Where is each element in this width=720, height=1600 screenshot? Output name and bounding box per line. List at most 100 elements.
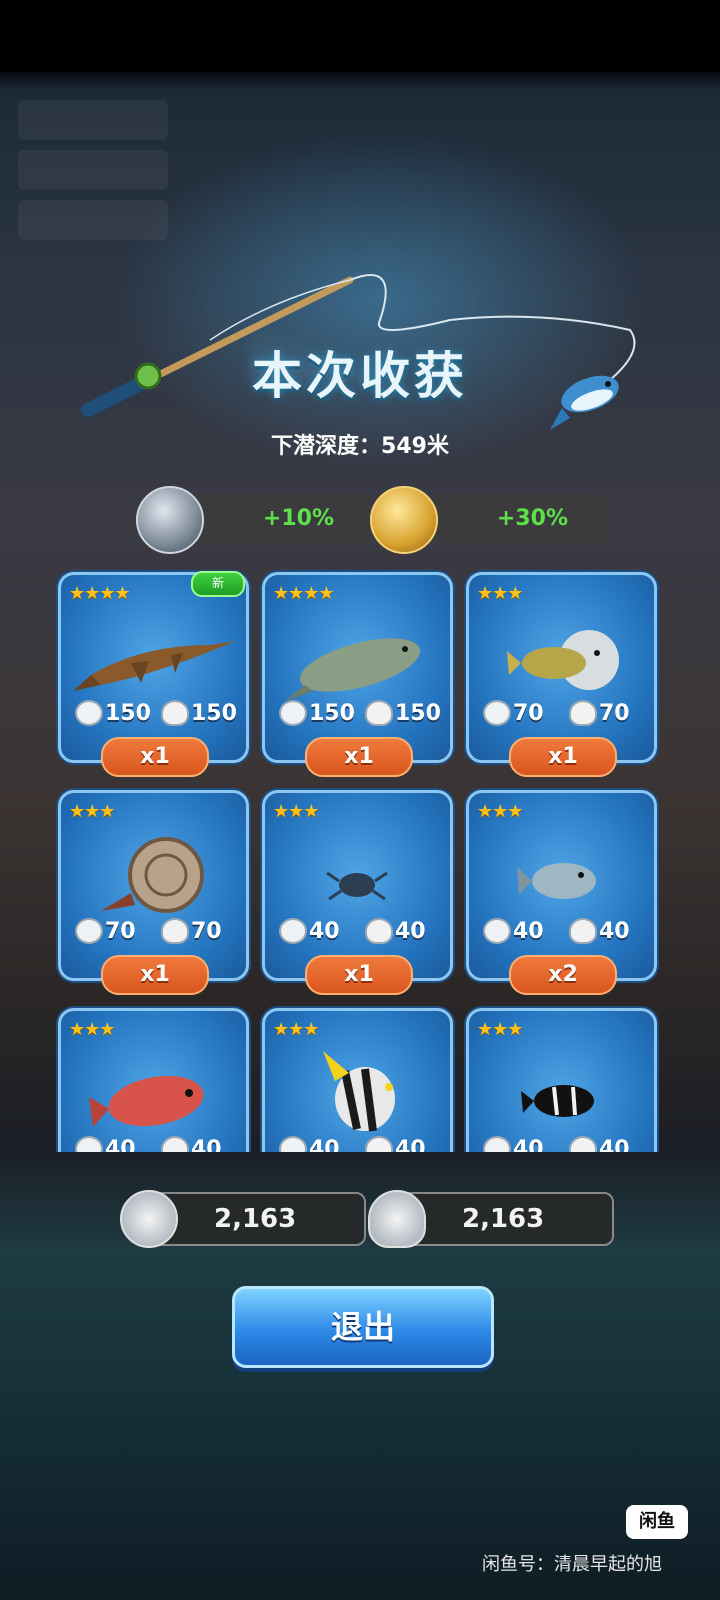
- catch-card-spotted-fish[interactable]: ★★★ 40 40 x2: [466, 790, 657, 995]
- coin-reward: 40: [483, 1136, 544, 1152]
- helmet-bonus-badge: +10%: [136, 486, 374, 554]
- black-clownfish-icon: [521, 1085, 594, 1117]
- shell-reward: 150: [161, 700, 237, 726]
- coin-reward: 40: [483, 918, 544, 944]
- results-screen: 本次收获 下潜深度：549米 +10% +30% ★★★★ 新 150 150 x1 ★★…: [0, 0, 720, 1600]
- shell-reward-value: 70: [191, 918, 222, 944]
- fish-coin-icon: [75, 1136, 103, 1152]
- coin-reward: 70: [75, 918, 136, 944]
- catch-card-angelfish[interactable]: ★★★ 40 40: [262, 1008, 453, 1152]
- quantity-badge: x1: [509, 737, 617, 777]
- quantity-badge: x1: [305, 955, 413, 995]
- shell-icon: [161, 700, 189, 726]
- coin-reward-value: 70: [105, 918, 136, 944]
- shell-icon: [365, 918, 393, 944]
- medal-bonus-badge: +30%: [370, 486, 608, 554]
- shell-reward-value: 40: [599, 918, 630, 944]
- rarity-stars: ★★★★: [69, 583, 131, 604]
- total-shells: 2,163: [368, 1190, 614, 1248]
- rarity-stars: ★★★: [69, 1019, 115, 1040]
- coin-reward-value: 70: [513, 700, 544, 726]
- fish-coin-icon: [279, 1136, 307, 1152]
- total-shells-value: 2,163: [462, 1204, 545, 1234]
- coin-reward-value: 40: [309, 1136, 340, 1153]
- fish-coin-icon: [483, 700, 511, 726]
- rarity-stars: ★★★: [273, 1019, 319, 1040]
- fish-coin-icon: [120, 1190, 178, 1248]
- catch-card-sawfish[interactable]: ★★★★ 新 150 150 x1: [58, 571, 249, 777]
- coin-reward-value: 150: [105, 700, 151, 726]
- coin-reward: 40: [75, 1136, 136, 1152]
- coin-reward: 150: [75, 700, 151, 726]
- coin-reward-value: 40: [513, 1136, 544, 1153]
- shell-reward: 40: [365, 1136, 426, 1152]
- coin-reward: 150: [279, 700, 355, 726]
- shell-icon: [161, 1136, 189, 1152]
- fish-coin-icon: [279, 918, 307, 944]
- crab-icon: [326, 871, 388, 901]
- catch-card-nautilus[interactable]: ★★★ 70 70 x1: [58, 790, 249, 995]
- rarity-stars: ★★★: [477, 801, 523, 822]
- catch-card-black-clownfish[interactable]: ★★★ 40 40: [466, 1008, 657, 1152]
- shell-reward-value: 40: [191, 1136, 222, 1153]
- rarity-stars: ★★★: [69, 801, 115, 822]
- gold-medal-icon: [370, 486, 438, 554]
- trout-icon: [286, 638, 421, 700]
- exit-button[interactable]: 退出: [232, 1286, 494, 1368]
- shell-icon: [368, 1190, 426, 1248]
- catch-card-red-snapper[interactable]: ★★★ 40 40: [58, 1008, 249, 1152]
- coin-reward-value: 150: [309, 700, 355, 726]
- catch-grid[interactable]: ★★★★ 新 150 150 x1 ★★★★ 150 150 x1 ★★★ 70 70 x1 ★★★ 70 7…: [0, 570, 720, 1152]
- catch-card-crab[interactable]: ★★★ 40 40 x1: [262, 790, 453, 995]
- nautilus-icon: [101, 837, 204, 913]
- shell-reward-value: 150: [191, 700, 237, 726]
- shell-icon: [365, 700, 393, 726]
- shell-reward-value: 40: [395, 1136, 426, 1153]
- rarity-stars: ★★★: [477, 1019, 523, 1040]
- catch-card-pufferfish[interactable]: ★★★ 70 70 x1: [466, 572, 657, 777]
- rarity-stars: ★★★: [477, 583, 523, 604]
- quantity-badge: x1: [101, 955, 209, 995]
- pufferfish-icon: [507, 630, 619, 690]
- shell-reward: 40: [569, 918, 630, 944]
- shell-reward-value: 40: [395, 918, 426, 944]
- shell-icon: [365, 1136, 393, 1152]
- shell-icon: [161, 918, 189, 944]
- spotted-fish-icon: [517, 863, 596, 899]
- shell-reward: 150: [365, 700, 441, 726]
- rarity-stars: ★★★★: [273, 583, 335, 604]
- page-title: 本次收获: [252, 347, 468, 405]
- shell-reward-value: 150: [395, 700, 441, 726]
- coin-reward: 70: [483, 700, 544, 726]
- angelfish-icon: [323, 1051, 395, 1132]
- new-badge: 新: [191, 571, 245, 597]
- shell-reward-value: 70: [599, 700, 630, 726]
- helmet-bonus-value: +10%: [262, 506, 334, 531]
- shell-icon: [569, 1136, 597, 1152]
- catch-card-trout[interactable]: ★★★★ 150 150 x1: [262, 572, 453, 777]
- shell-icon: [569, 918, 597, 944]
- fish-coin-icon: [75, 700, 103, 726]
- diving-helmet-icon: [136, 486, 204, 554]
- rarity-stars: ★★★: [273, 801, 319, 822]
- fish-coin-icon: [75, 918, 103, 944]
- shell-reward: 70: [161, 918, 222, 944]
- total-coins-value: 2,163: [214, 1204, 297, 1234]
- shell-reward: 40: [365, 918, 426, 944]
- background-menu-ghost: [18, 100, 168, 250]
- fish-coin-icon: [483, 918, 511, 944]
- coin-reward: 40: [279, 918, 340, 944]
- fish-coin-icon: [279, 700, 307, 726]
- coin-reward-value: 40: [309, 918, 340, 944]
- quantity-badge: x2: [509, 955, 617, 995]
- shell-icon: [569, 700, 597, 726]
- coin-reward: 40: [279, 1136, 340, 1152]
- fish-coin-icon: [483, 1136, 511, 1152]
- coin-reward-value: 40: [105, 1136, 136, 1153]
- medal-bonus-value: +30%: [496, 506, 568, 531]
- shell-reward-value: 40: [599, 1136, 630, 1153]
- shell-reward: 40: [569, 1136, 630, 1152]
- red-snapper-icon: [89, 1075, 204, 1127]
- total-coins: 2,163: [120, 1190, 366, 1248]
- shell-reward: 70: [569, 700, 630, 726]
